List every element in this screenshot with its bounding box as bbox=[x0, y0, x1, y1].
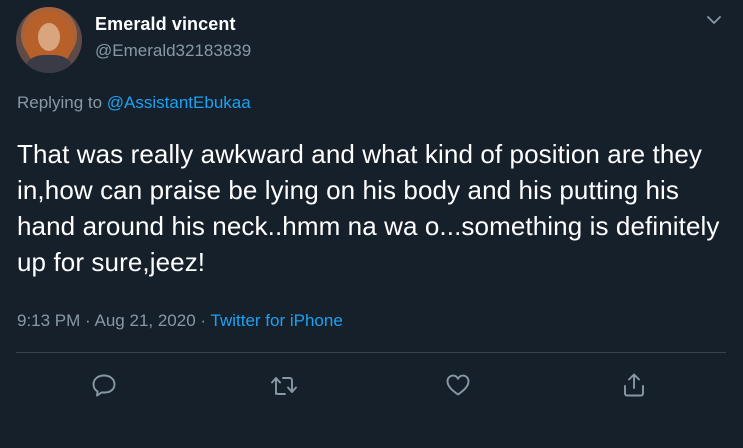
like-button[interactable] bbox=[438, 365, 478, 405]
avatar-body bbox=[26, 55, 72, 73]
tweet-card: Emerald vincent @Emerald32183839 Replyin… bbox=[0, 0, 743, 448]
tweet-time[interactable]: 9:13 PM bbox=[17, 311, 80, 330]
reply-mention-link[interactable]: @AssistantEbukaa bbox=[107, 93, 251, 112]
user-handle[interactable]: @Emerald32183839 bbox=[95, 41, 251, 61]
tweet-text: That was really awkward and what kind of… bbox=[17, 139, 720, 277]
more-options-button[interactable] bbox=[704, 10, 724, 30]
tweet-source-link[interactable]: Twitter for iPhone bbox=[211, 311, 343, 330]
share-icon bbox=[624, 373, 644, 397]
tweet-date[interactable]: Aug 21, 2020 bbox=[95, 311, 196, 330]
avatar-face bbox=[38, 23, 60, 51]
avatar[interactable] bbox=[16, 7, 82, 73]
retweet-icon bbox=[271, 377, 297, 395]
action-bar bbox=[0, 365, 743, 409]
meta-separator: · bbox=[200, 311, 207, 330]
share-button[interactable] bbox=[614, 365, 654, 405]
replying-to-label: Replying to bbox=[17, 93, 103, 112]
replying-to: Replying to @AssistantEbukaa bbox=[17, 93, 251, 113]
retweet-button[interactable] bbox=[264, 365, 304, 405]
tweet-meta: 9:13 PM · Aug 21, 2020 · Twitter for iPh… bbox=[17, 311, 343, 331]
divider bbox=[16, 352, 726, 353]
heart-icon bbox=[446, 374, 470, 396]
meta-separator: · bbox=[85, 311, 91, 330]
reply-button[interactable] bbox=[84, 365, 124, 405]
comment-icon bbox=[92, 374, 116, 397]
chevron-down-icon bbox=[707, 15, 721, 24]
display-name[interactable]: Emerald vincent bbox=[95, 14, 236, 35]
